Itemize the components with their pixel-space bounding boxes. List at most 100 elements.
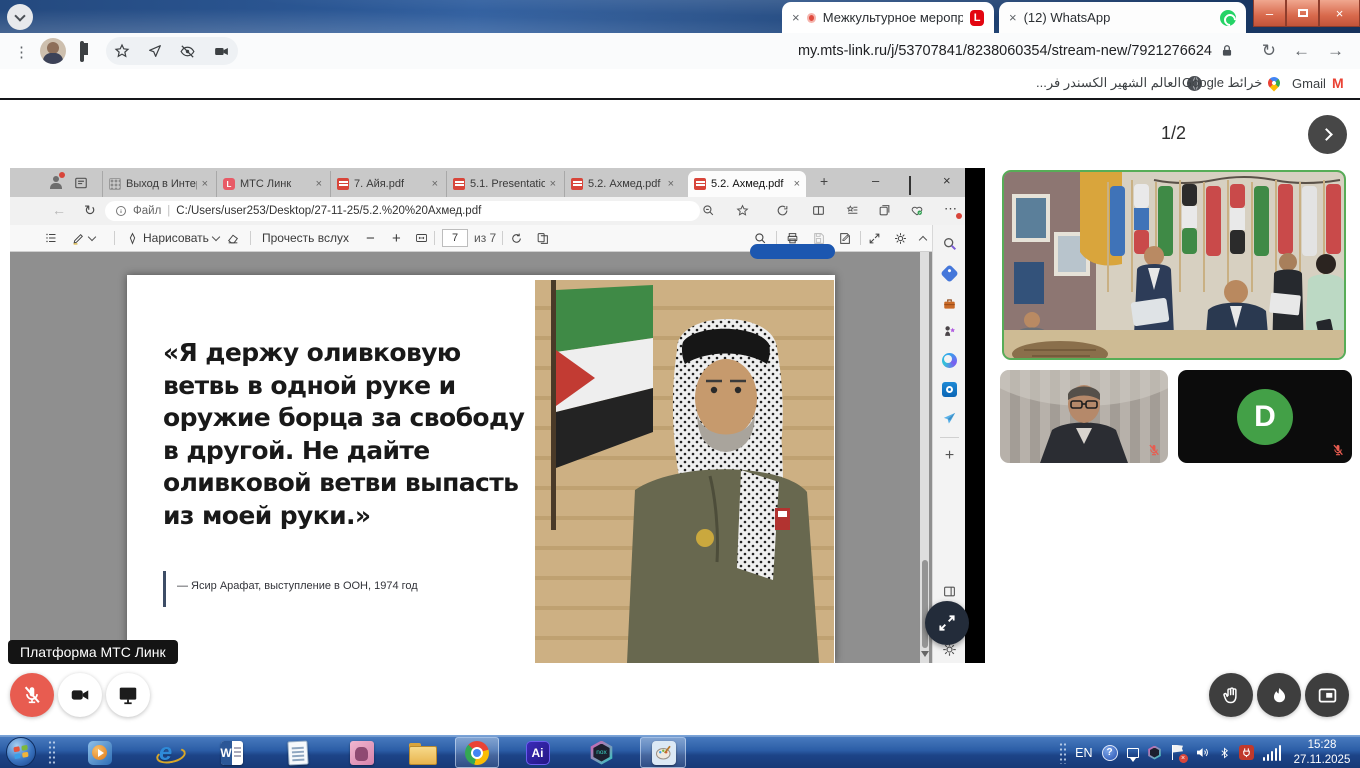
sidebar-search-icon[interactable] [941, 235, 958, 252]
pdf-read-aloud-button[interactable]: Прочесть вслух [262, 225, 349, 251]
taskbar-paint-icon[interactable] [650, 739, 677, 766]
back-button[interactable]: ← [1293, 41, 1310, 61]
reload-button[interactable]: ↻ [1262, 41, 1276, 61]
browser-tab-whatsapp[interactable]: × (12) WhatsApp [999, 2, 1246, 33]
microphone-muted-button[interactable] [10, 673, 54, 717]
taskbar-wmp-icon[interactable] [86, 739, 113, 766]
profile-avatar[interactable] [40, 38, 66, 64]
floating-blue-button[interactable] [750, 244, 835, 259]
taskbar-ie-icon[interactable]: e [152, 739, 179, 766]
start-button[interactable] [6, 737, 36, 767]
favorites-list-icon[interactable] [846, 204, 859, 217]
raise-hand-button[interactable] [1209, 673, 1253, 717]
edge-tab[interactable]: Выход в Интернет × [102, 171, 214, 197]
show-hidden-icons[interactable] [1127, 748, 1139, 758]
taskbar-word-icon[interactable]: W [218, 739, 245, 766]
pdf-draw-button[interactable]: Нарисовать [126, 225, 219, 251]
pdf-zoom-in-button[interactable]: + [392, 225, 401, 251]
video-tile-main-speaker[interactable] [1002, 170, 1346, 360]
edge-restore-button[interactable] [909, 177, 911, 195]
close-tab-icon[interactable]: × [432, 178, 438, 190]
pdf-page-input[interactable]: 7 [442, 225, 468, 251]
pdf-toc-button[interactable] [44, 225, 58, 251]
video-camera-icon[interactable] [213, 43, 230, 60]
pdf-highlighter-button[interactable] [72, 225, 95, 251]
tab-actions-icon[interactable] [74, 176, 88, 190]
close-tab-icon[interactable]: × [794, 178, 800, 190]
edge-tab-active[interactable]: 5.2. Ахмед.pdf × [688, 171, 806, 197]
bookmark-item[interactable]: العالم الشهير الكسندر فر... [1036, 75, 1202, 91]
edge-back-button[interactable]: ← [52, 202, 66, 218]
action-center-icon[interactable]: × [1171, 745, 1185, 761]
screen-share-button[interactable] [106, 673, 150, 717]
sidebar-outlook-icon[interactable] [941, 381, 958, 398]
page-number-value[interactable]: 7 [442, 229, 468, 247]
close-button[interactable]: × [1319, 0, 1360, 27]
sidebar-drop-icon[interactable] [941, 410, 958, 427]
edge-tab[interactable]: 7. Айя.pdf × [330, 171, 444, 197]
sidebar-copilot-icon[interactable] [941, 352, 958, 369]
taskbar-photos-icon[interactable] [348, 739, 375, 766]
pdf-page-view-button[interactable] [536, 225, 549, 251]
network-signal-icon[interactable] [1263, 745, 1282, 761]
taskbar-clock[interactable]: 15:28 27.11.2025 [1290, 738, 1354, 768]
sidebar-add-button[interactable]: + [941, 447, 958, 464]
edge-tab[interactable]: 5.1. Presentation C × [446, 171, 562, 197]
pdf-settings-button[interactable] [894, 225, 907, 251]
split-screen-icon[interactable] [812, 204, 825, 217]
tab-search-button[interactable] [7, 4, 33, 30]
edge-tab[interactable]: L МТС Линк × [216, 171, 328, 197]
edge-address-input[interactable]: Файл | C:/Users/user253/Desktop/27-11-25… [105, 201, 700, 221]
scroll-down-arrow-icon[interactable] [921, 651, 929, 657]
power-disconnected-icon[interactable] [1239, 745, 1254, 760]
new-tab-button[interactable]: + [820, 173, 828, 189]
help-tray-icon[interactable]: ? [1102, 745, 1118, 761]
close-tab-icon[interactable]: × [1009, 10, 1017, 25]
sidebar-games-icon[interactable] [941, 323, 958, 340]
forward-button[interactable]: → [1327, 41, 1344, 61]
layout-pip-button[interactable] [1305, 673, 1349, 717]
video-tile-participant-d[interactable]: D [1178, 370, 1352, 463]
browser-menu-button[interactable]: ⋮ [14, 43, 29, 61]
bookmark-star-icon[interactable] [114, 43, 130, 59]
bluetooth-icon[interactable] [1219, 745, 1230, 761]
taskbar-nox-icon[interactable]: nox [588, 739, 615, 766]
sidebar-tools-icon[interactable] [941, 295, 958, 312]
bookmark-item[interactable]: خرائط Google [1182, 75, 1280, 91]
pdf-fit-width-button[interactable] [414, 225, 429, 251]
collections-icon[interactable] [878, 204, 891, 217]
session-icon[interactable] [776, 204, 789, 217]
send-share-icon[interactable] [147, 43, 163, 59]
volume-icon[interactable] [1194, 745, 1210, 760]
video-tile-participant[interactable] [1000, 370, 1168, 463]
edge-close-button[interactable]: × [943, 173, 951, 188]
pdf-save-as-button[interactable] [838, 225, 851, 251]
close-tab-icon[interactable]: × [550, 178, 556, 190]
sidebar-shopping-icon[interactable] [941, 265, 958, 282]
reactions-button[interactable] [1257, 673, 1301, 717]
edge-minimize-button[interactable]: – [872, 173, 879, 188]
maximize-button[interactable] [1286, 0, 1319, 27]
favorite-star-icon[interactable] [736, 204, 749, 217]
edge-tab[interactable]: 5.2. Ахмед.pdf × [564, 171, 680, 197]
side-panel-button[interactable] [80, 43, 84, 61]
edge-reload-button[interactable]: ↻ [84, 202, 96, 219]
pdf-eraser-button[interactable] [226, 225, 240, 251]
taskbar-illustrator-icon[interactable]: Ai [524, 739, 551, 766]
camera-button[interactable] [58, 673, 102, 717]
next-page-button[interactable] [1308, 115, 1347, 154]
zoom-indicator-icon[interactable] [702, 204, 715, 217]
language-indicator[interactable]: EN [1075, 746, 1092, 760]
taskbar-explorer-icon[interactable] [408, 739, 435, 766]
close-tab-icon[interactable]: × [668, 178, 674, 190]
nox-tray-icon[interactable] [1148, 746, 1162, 760]
taskbar-chrome-icon[interactable] [463, 739, 490, 766]
pdf-fullscreen-button[interactable] [868, 225, 881, 251]
pdf-zoom-out-button[interactable]: − [366, 225, 375, 251]
minimize-button[interactable]: – [1253, 0, 1286, 27]
close-tab-icon[interactable]: × [316, 178, 322, 190]
browser-essentials-icon[interactable] [910, 204, 924, 217]
pdf-scrollbar-thumb[interactable] [922, 560, 928, 648]
bookmark-item[interactable]: Gmail M [1292, 75, 1344, 91]
pdf-rotate-button[interactable] [510, 225, 523, 251]
